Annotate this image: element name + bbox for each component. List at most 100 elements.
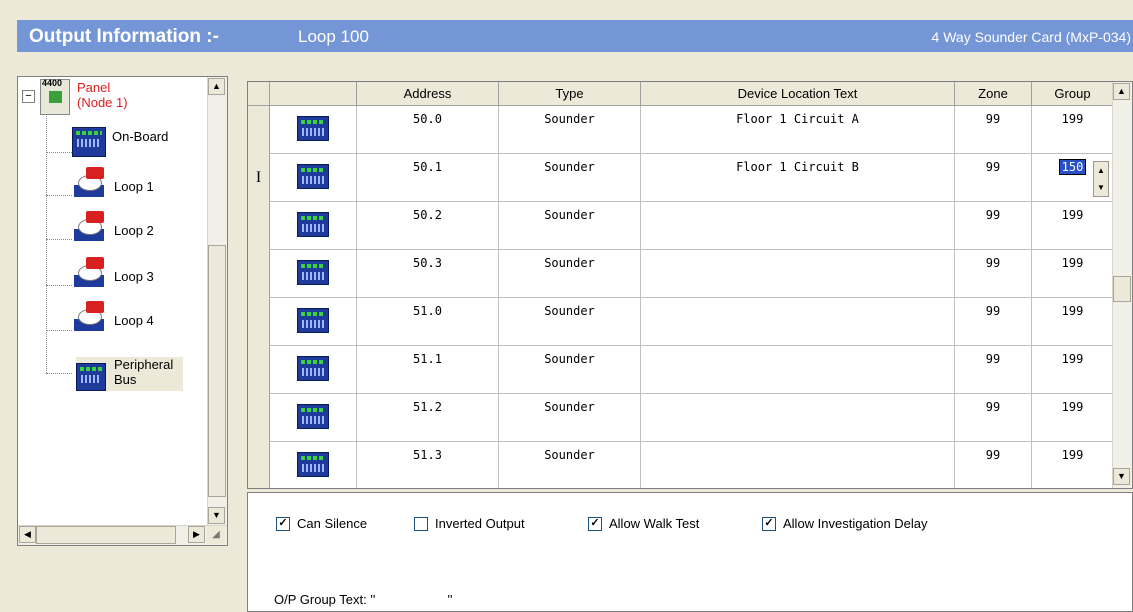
cell-group[interactable]: 199 <box>1032 106 1114 153</box>
device-icon-cell[interactable] <box>270 250 357 297</box>
cell-location[interactable] <box>641 202 955 249</box>
group-edit-value[interactable]: 150 <box>1058 159 1087 175</box>
allow-investigation-delay-checkbox[interactable]: ✓ Allow Investigation Delay <box>762 516 928 531</box>
can-silence-checkbox[interactable]: ✓ Can Silence <box>276 516 367 531</box>
cell-zone[interactable]: 99 <box>955 394 1032 441</box>
cell-zone[interactable]: 99 <box>955 442 1032 488</box>
group-spinner[interactable]: ▲ ▼ <box>1093 161 1109 197</box>
scroll-right-arrow-icon[interactable]: ▶ <box>188 526 205 543</box>
cell-zone[interactable]: 99 <box>955 250 1032 297</box>
scroll-up-arrow-icon[interactable]: ▲ <box>208 78 225 95</box>
cell-address[interactable]: 50.0 <box>357 106 499 153</box>
cell-address[interactable]: 51.3 <box>357 442 499 488</box>
cell-type[interactable]: Sounder <box>499 346 641 393</box>
device-icon-cell[interactable] <box>270 202 357 249</box>
cell-location[interactable] <box>641 442 955 488</box>
cell-group[interactable]: 199 <box>1032 202 1114 249</box>
row-header[interactable] <box>248 250 270 298</box>
cell-type[interactable]: Sounder <box>499 250 641 297</box>
tree-item-panel[interactable]: Panel (Node 1) <box>77 80 128 110</box>
spin-down-arrow-icon[interactable]: ▼ <box>1094 179 1108 196</box>
row-header[interactable] <box>248 442 270 488</box>
spin-up-arrow-icon[interactable]: ▲ <box>1094 162 1108 179</box>
table-row[interactable]: 51.3 Sounder 99 199 <box>248 442 1114 488</box>
row-header[interactable] <box>248 106 270 154</box>
cell-zone[interactable]: 99 <box>955 298 1032 345</box>
row-header[interactable] <box>248 346 270 394</box>
column-header-address[interactable]: Address <box>357 82 499 106</box>
device-tree[interactable]: − 4400 Panel (Node 1) On-Board Loop 1 Lo… <box>17 76 228 546</box>
group-text-value[interactable]: '' '' <box>370 592 452 607</box>
cell-type[interactable]: Sounder <box>499 106 641 153</box>
row-header[interactable]: I <box>248 154 270 202</box>
device-icon-cell[interactable] <box>270 154 357 201</box>
device-icon-cell[interactable] <box>270 346 357 393</box>
scroll-left-arrow-icon[interactable]: ◀ <box>19 526 36 543</box>
checkbox-box[interactable]: ✓ <box>762 516 776 531</box>
cell-group[interactable]: 150 ▲ ▼ <box>1032 154 1114 201</box>
cell-type[interactable]: Sounder <box>499 202 641 249</box>
cell-location[interactable]: Floor 1 Circuit A <box>641 106 955 153</box>
row-header[interactable] <box>248 394 270 442</box>
tree-item-loop-1[interactable]: Loop 1 <box>74 167 154 197</box>
inverted-output-checkbox[interactable]: Inverted Output <box>414 516 525 531</box>
row-header[interactable] <box>248 298 270 346</box>
cell-location[interactable]: Floor 1 Circuit B <box>641 154 955 201</box>
cell-group[interactable]: 199 <box>1032 298 1114 345</box>
table-row[interactable]: 51.2 Sounder 99 199 <box>248 394 1114 442</box>
cell-location[interactable] <box>641 346 955 393</box>
group-text-field[interactable]: O/P Group Text: '' '' <box>274 592 453 607</box>
checkbox-box[interactable]: ✓ <box>276 516 290 531</box>
allow-walk-test-checkbox[interactable]: ✓ Allow Walk Test <box>588 516 699 531</box>
device-icon-cell[interactable] <box>270 442 357 488</box>
column-header-group[interactable]: Group <box>1032 82 1114 106</box>
tree-horizontal-scrollbar[interactable]: ◀ ▶ ◢ <box>18 525 227 545</box>
table-row[interactable]: 50.3 Sounder 99 199 <box>248 250 1114 298</box>
row-header[interactable] <box>248 202 270 250</box>
tree-vertical-scrollbar[interactable]: ▲ ▼ <box>207 77 227 527</box>
tree-item-peripheral-bus[interactable]: Peripheral Bus <box>76 357 184 391</box>
cell-address[interactable]: 51.1 <box>357 346 499 393</box>
column-header-type[interactable]: Type <box>499 82 641 106</box>
device-icon-cell[interactable] <box>270 394 357 441</box>
table-row[interactable]: 50.2 Sounder 99 199 <box>248 202 1114 250</box>
cell-zone[interactable]: 99 <box>955 106 1032 153</box>
grid-vertical-scrollbar[interactable]: ▲ ▼ <box>1112 82 1132 488</box>
cell-address[interactable]: 51.0 <box>357 298 499 345</box>
collapse-toggle[interactable]: − <box>22 90 35 103</box>
checkbox-box[interactable] <box>414 516 428 531</box>
cell-group[interactable]: 199 <box>1032 250 1114 297</box>
device-icon-cell[interactable] <box>270 106 357 153</box>
table-row[interactable]: 50.0 Sounder Floor 1 Circuit A 99 199 <box>248 106 1114 154</box>
table-row[interactable]: 51.0 Sounder 99 199 <box>248 298 1114 346</box>
output-grid[interactable]: Address Type Device Location Text Zone G… <box>247 81 1133 489</box>
scroll-up-arrow-icon[interactable]: ▲ <box>1113 83 1130 100</box>
scrollbar-thumb[interactable] <box>36 526 176 544</box>
cell-location[interactable] <box>641 298 955 345</box>
cell-address[interactable]: 51.2 <box>357 394 499 441</box>
checkbox-box[interactable]: ✓ <box>588 516 602 531</box>
cell-address[interactable]: 50.1 <box>357 154 499 201</box>
scroll-down-arrow-icon[interactable]: ▼ <box>1113 468 1130 485</box>
resize-grip-icon[interactable]: ◢ <box>207 526 225 544</box>
table-row[interactable]: 51.1 Sounder 99 199 <box>248 346 1114 394</box>
tree-item-loop-3[interactable]: Loop 3 <box>74 257 154 287</box>
tree-item-onboard[interactable]: On-Board <box>72 127 168 157</box>
cell-group[interactable]: 199 <box>1032 346 1114 393</box>
tree-item-loop-4[interactable]: Loop 4 <box>74 301 154 331</box>
scrollbar-thumb[interactable] <box>208 245 226 497</box>
cell-location[interactable] <box>641 394 955 441</box>
scroll-down-arrow-icon[interactable]: ▼ <box>208 507 225 524</box>
cell-address[interactable]: 50.3 <box>357 250 499 297</box>
table-row[interactable]: I 50.1 Sounder Floor 1 Circuit B 99 150 ▲ ▼ <box>248 154 1114 202</box>
column-header-location[interactable]: Device Location Text <box>641 82 955 106</box>
cell-group[interactable]: 199 <box>1032 442 1114 488</box>
cell-zone[interactable]: 99 <box>955 154 1032 201</box>
column-header-zone[interactable]: Zone <box>955 82 1032 106</box>
scrollbar-thumb[interactable] <box>1113 276 1131 302</box>
cell-type[interactable]: Sounder <box>499 394 641 441</box>
device-icon-cell[interactable] <box>270 298 357 345</box>
cell-location[interactable] <box>641 250 955 297</box>
cell-type[interactable]: Sounder <box>499 442 641 488</box>
cell-zone[interactable]: 99 <box>955 346 1032 393</box>
